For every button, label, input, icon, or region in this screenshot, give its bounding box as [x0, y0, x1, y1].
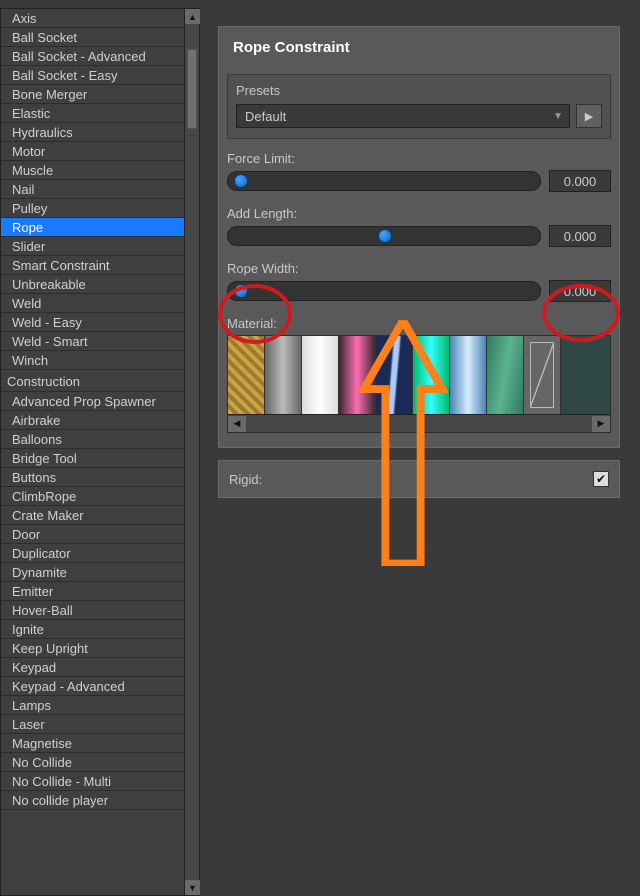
material-scroll-left[interactable]: ◀: [228, 416, 246, 432]
material-picker: ◀ ▶: [227, 335, 611, 433]
rope-width-slider[interactable]: [227, 281, 541, 301]
presets-label: Presets: [236, 83, 602, 98]
sidebar-item[interactable]: Elastic: [1, 104, 184, 123]
material-swatch-rope[interactable]: [228, 336, 265, 414]
sidebar-item[interactable]: No collide player: [1, 791, 184, 810]
sidebar-item[interactable]: Weld - Smart: [1, 332, 184, 351]
material-swatch-green[interactable]: [487, 336, 524, 414]
material-label: Material:: [227, 316, 611, 331]
sidebar-item[interactable]: Ball Socket - Advanced: [1, 47, 184, 66]
material-swatch-lightning[interactable]: [376, 336, 413, 414]
tool-list-sidebar: AxisBall SocketBall Socket - AdvancedBal…: [0, 8, 200, 896]
sidebar-item[interactable]: Rope: [1, 218, 184, 237]
sidebar-item[interactable]: Slider: [1, 237, 184, 256]
sidebar-item[interactable]: Keep Upright: [1, 639, 184, 658]
sidebar-item[interactable]: Pulley: [1, 199, 184, 218]
rigid-panel: Rigid: ✔: [218, 460, 620, 498]
sidebar-item[interactable]: Weld - Easy: [1, 313, 184, 332]
sidebar-item[interactable]: Ball Socket - Easy: [1, 66, 184, 85]
sidebar-item[interactable]: Smart Constraint: [1, 256, 184, 275]
sidebar-item[interactable]: Magnetise: [1, 734, 184, 753]
sidebar-item[interactable]: Nail: [1, 180, 184, 199]
preset-select[interactable]: Default ▼: [236, 104, 570, 128]
sidebar-scrollbar[interactable]: ▲ ▼: [184, 9, 199, 895]
sidebar-item[interactable]: Door: [1, 525, 184, 544]
force-limit-knob[interactable]: [234, 174, 248, 188]
rope-width-group: Rope Width: 0.000: [227, 261, 611, 302]
add-length-knob[interactable]: [378, 229, 392, 243]
add-length-label: Add Length:: [227, 206, 611, 221]
sidebar-item[interactable]: Motor: [1, 142, 184, 161]
preset-action-button[interactable]: ▶: [576, 104, 602, 128]
add-length-value[interactable]: 0.000: [549, 225, 611, 247]
rope-width-label: Rope Width:: [227, 261, 611, 276]
chevron-down-icon: ▼: [553, 111, 563, 122]
force-limit-group: Force Limit: 0.000: [227, 151, 611, 192]
scroll-thumb[interactable]: [187, 49, 197, 129]
panel-title: Rope Constraint: [219, 27, 619, 74]
sidebar-item[interactable]: Buttons: [1, 468, 184, 487]
sidebar-item[interactable]: Advanced Prop Spawner: [1, 392, 184, 411]
sidebar-item[interactable]: Bone Merger: [1, 85, 184, 104]
material-swatch-cyan[interactable]: [413, 336, 450, 414]
presets-group: Presets Default ▼ ▶: [227, 74, 611, 139]
sidebar-item[interactable]: Emitter: [1, 582, 184, 601]
play-icon: ▶: [585, 110, 593, 123]
sidebar-item[interactable]: Hydraulics: [1, 123, 184, 142]
sidebar-item[interactable]: Hover-Ball: [1, 601, 184, 620]
sidebar-item[interactable]: Ball Socket: [1, 28, 184, 47]
material-scrollbar[interactable]: ◀ ▶: [228, 414, 610, 432]
sidebar-item[interactable]: Lamps: [1, 696, 184, 715]
sidebar-item[interactable]: Crate Maker: [1, 506, 184, 525]
sidebar-item[interactable]: Duplicator: [1, 544, 184, 563]
sidebar-item[interactable]: Dynamite: [1, 563, 184, 582]
sidebar-item[interactable]: Balloons: [1, 430, 184, 449]
sidebar-item[interactable]: Winch: [1, 351, 184, 370]
rope-width-knob[interactable]: [234, 284, 248, 298]
sidebar-item[interactable]: No Collide: [1, 753, 184, 772]
preset-select-value: Default: [245, 109, 286, 124]
material-swatch-dark[interactable]: [561, 336, 610, 414]
material-swatch-white[interactable]: [302, 336, 339, 414]
sidebar-item[interactable]: Bridge Tool: [1, 449, 184, 468]
sidebar-item[interactable]: No Collide - Multi: [1, 772, 184, 791]
rigid-label: Rigid:: [229, 472, 262, 487]
material-scroll-right[interactable]: ▶: [592, 416, 610, 432]
material-swatch-frame[interactable]: [524, 336, 561, 414]
rigid-checkbox[interactable]: ✔: [593, 471, 609, 487]
material-swatch-metal[interactable]: [265, 336, 302, 414]
force-limit-value[interactable]: 0.000: [549, 170, 611, 192]
material-swatch-blue[interactable]: [450, 336, 487, 414]
force-limit-slider[interactable]: [227, 171, 541, 191]
sidebar-item[interactable]: Keypad: [1, 658, 184, 677]
sidebar-item[interactable]: ClimbRope: [1, 487, 184, 506]
properties-area: Rope Constraint Presets Default ▼ ▶ Forc…: [200, 8, 632, 896]
scroll-up-button[interactable]: ▲: [185, 9, 200, 24]
sidebar-group-header: Construction: [1, 370, 184, 392]
material-strip: [228, 336, 610, 414]
tool-list: AxisBall SocketBall Socket - AdvancedBal…: [1, 9, 199, 895]
add-length-group: Add Length: 0.000: [227, 206, 611, 247]
sidebar-item[interactable]: Airbrake: [1, 411, 184, 430]
scroll-down-button[interactable]: ▼: [185, 880, 200, 895]
material-swatch-pink[interactable]: [339, 336, 376, 414]
sidebar-item[interactable]: Weld: [1, 294, 184, 313]
force-limit-label: Force Limit:: [227, 151, 611, 166]
rope-width-value[interactable]: 0.000: [549, 280, 611, 302]
sidebar-item[interactable]: Keypad - Advanced: [1, 677, 184, 696]
material-group: Material: ◀ ▶: [227, 316, 611, 433]
sidebar-item[interactable]: Ignite: [1, 620, 184, 639]
rope-constraint-panel: Rope Constraint Presets Default ▼ ▶ Forc…: [218, 26, 620, 448]
sidebar-item[interactable]: Laser: [1, 715, 184, 734]
sidebar-item[interactable]: Muscle: [1, 161, 184, 180]
sidebar-item[interactable]: Axis: [1, 9, 184, 28]
sidebar-item[interactable]: Unbreakable: [1, 275, 184, 294]
add-length-slider[interactable]: [227, 226, 541, 246]
